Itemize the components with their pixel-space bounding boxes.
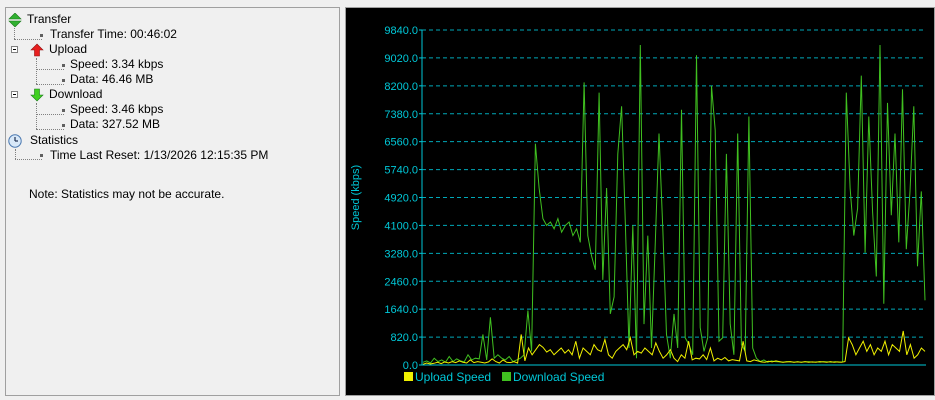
- upload-speed-text: Speed: 3.34 kbps: [70, 57, 164, 71]
- tree-connector: [36, 58, 37, 84]
- y-axis-title: Speed (kbps): [350, 165, 362, 230]
- upload-data-text: Data: 46.46 MB: [70, 72, 154, 86]
- y-tick-label: 3280.0: [384, 248, 418, 260]
- tree-connector: [15, 149, 16, 159]
- transfer-label: Transfer: [27, 12, 72, 26]
- legend-download-swatch: [502, 372, 511, 381]
- tree-connector: [36, 129, 64, 130]
- download-speed-text: Speed: 3.46 kbps: [70, 102, 164, 116]
- download-speed-line: [422, 44, 926, 364]
- statistics-label: Statistics: [30, 133, 79, 147]
- tree-node-download[interactable]: Download: [30, 87, 230, 102]
- y-tick-label: 5740.0: [384, 165, 418, 177]
- chart-series: [422, 44, 926, 365]
- y-tick-label: 4920.0: [384, 193, 418, 205]
- upload-collapse-toggle[interactable]: [11, 46, 18, 53]
- y-tick-label: 9020.0: [384, 53, 418, 65]
- speed-chart: 0.0820.01640.02460.03280.04100.04920.057…: [350, 25, 926, 384]
- leaf-marker: [40, 154, 43, 157]
- tree-connector: [36, 114, 64, 115]
- legend-upload-swatch: [404, 372, 413, 381]
- leaf-marker: [62, 109, 65, 112]
- y-tick-label: 2460.0: [384, 276, 418, 288]
- y-axis-ticks: 0.0820.01640.02460.03280.04100.04920.057…: [384, 25, 422, 372]
- time-last-reset-text: Time Last Reset: 1/13/2026 12:15:35 PM: [50, 148, 269, 162]
- leaf-marker: [62, 124, 65, 127]
- upload-arrow-icon: [30, 43, 44, 57]
- legend-download-label: Download Speed: [513, 370, 604, 384]
- y-tick-label: 6560.0: [384, 137, 418, 149]
- tree-node-statistics[interactable]: Statistics: [8, 133, 208, 148]
- y-tick-label: 7380.0: [384, 109, 418, 121]
- tree-connector: [14, 39, 42, 40]
- chart-legend: Upload Speed Download Speed: [404, 370, 604, 384]
- tree-node-transfer[interactable]: Transfer: [8, 12, 328, 27]
- y-tick-label: 9840.0: [384, 25, 418, 37]
- transfer-time-text: Transfer Time: 00:46:02: [50, 27, 177, 41]
- download-data-text: Data: 327.52 MB: [70, 117, 161, 131]
- y-tick-label: 820.0: [390, 332, 418, 344]
- legend-upload-label: Upload Speed: [415, 370, 491, 384]
- accuracy-note: Note: Statistics may not be accurate.: [29, 187, 225, 201]
- tree-node-upload[interactable]: Upload: [30, 42, 230, 57]
- speed-chart-panel: 0.0 820.0 1640.0 2460.0 3280.0 4100.0 4920.0 57…: [345, 7, 935, 396]
- download-arrow-icon: [30, 88, 44, 102]
- statistics-tree[interactable]: Transfer Transfer Time: 00:46:02 Upload …: [5, 7, 340, 396]
- download-collapse-toggle[interactable]: [11, 91, 18, 98]
- leaf-marker: [62, 64, 65, 67]
- tree-connector: [14, 28, 15, 39]
- y-tick-label: 8200.0: [384, 81, 418, 93]
- tree-connector: [36, 103, 37, 129]
- clock-icon: [8, 134, 22, 148]
- upload-label: Upload: [49, 42, 88, 56]
- leaf-marker: [40, 34, 43, 37]
- tree-connector: [36, 84, 64, 85]
- y-tick-label: 4100.0: [384, 220, 418, 232]
- upload-speed-line: [422, 330, 926, 365]
- y-tick-label: 1640.0: [384, 304, 418, 316]
- leaf-marker: [62, 79, 65, 82]
- transfer-icon: [8, 13, 22, 27]
- download-label: Download: [49, 87, 103, 101]
- tree-connector: [15, 159, 42, 160]
- tree-connector: [36, 69, 64, 70]
